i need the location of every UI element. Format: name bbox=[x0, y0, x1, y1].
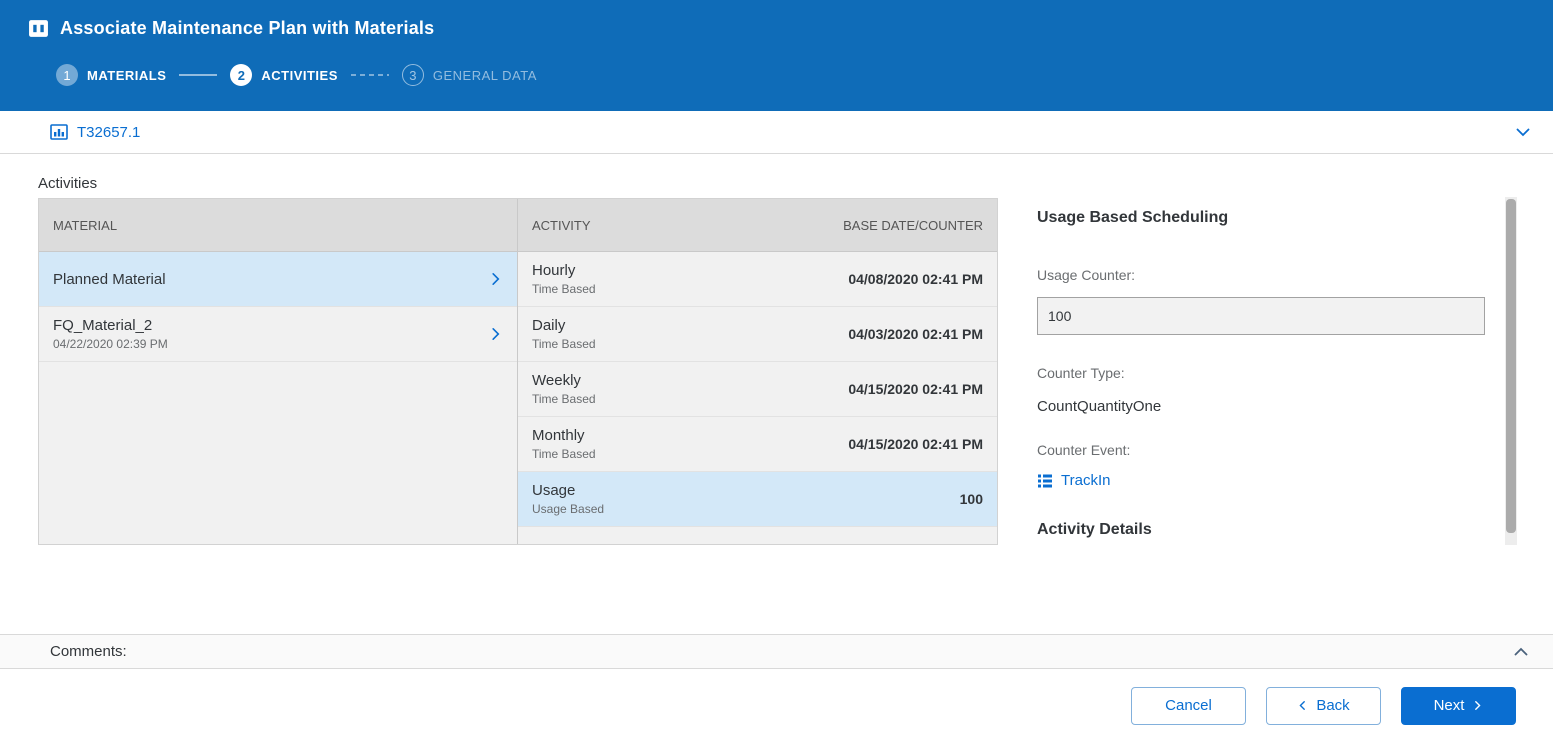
step-activities[interactable]: 2 ACTIVITIES bbox=[230, 64, 338, 86]
step-label: GENERAL DATA bbox=[433, 68, 537, 83]
base-date-counter-column-header: BASE DATE/COUNTER bbox=[843, 218, 983, 233]
activity-type: Usage Based bbox=[532, 502, 604, 516]
details-scrollbar[interactable] bbox=[1505, 197, 1517, 545]
material-name: Planned Material bbox=[53, 271, 475, 288]
counter-event-value: TrackIn bbox=[1061, 472, 1110, 489]
wizard-footer: Cancel Back Next bbox=[0, 670, 1553, 741]
back-button-label: Back bbox=[1316, 697, 1349, 714]
chevron-right-icon[interactable] bbox=[488, 272, 503, 287]
trackin-icon bbox=[1037, 473, 1053, 489]
step-general-data[interactable]: 3 GENERAL DATA bbox=[402, 64, 537, 86]
step-number: 2 bbox=[230, 64, 252, 86]
next-button[interactable]: Next bbox=[1401, 687, 1516, 725]
material-name: FQ_Material_2 bbox=[53, 317, 475, 334]
activity-base-value: 04/15/2020 02:41 PM bbox=[848, 381, 983, 397]
step-label: MATERIALS bbox=[87, 68, 166, 83]
wizard-header: Associate Maintenance Plan with Material… bbox=[0, 0, 1553, 111]
activity-name: Weekly bbox=[532, 372, 596, 389]
counter-type-value: CountQuantityOne bbox=[1037, 398, 1502, 415]
activity-name: Usage bbox=[532, 482, 604, 499]
step-materials[interactable]: 1 MATERIALS bbox=[56, 64, 166, 86]
activity-row-hourly[interactable]: Hourly Time Based 04/08/2020 02:41 PM bbox=[518, 252, 997, 307]
material-row-fq-material-2[interactable]: FQ_Material_2 04/22/2020 02:39 PM bbox=[39, 307, 517, 362]
title-row: Associate Maintenance Plan with Material… bbox=[0, 0, 1553, 39]
activity-row-usage[interactable]: Usage Usage Based 100 bbox=[518, 472, 997, 527]
activity-base-value: 04/03/2020 02:41 PM bbox=[848, 326, 983, 342]
usage-counter-input[interactable] bbox=[1037, 297, 1485, 335]
activities-section-label: Activities bbox=[38, 175, 97, 192]
plan-bar: T32657.1 bbox=[0, 111, 1553, 154]
step-number: 3 bbox=[402, 64, 424, 86]
step-label: ACTIVITIES bbox=[261, 68, 338, 83]
step-connector bbox=[351, 74, 389, 76]
associate-plan-icon bbox=[28, 18, 49, 39]
step-number: 1 bbox=[56, 64, 78, 86]
activity-name: Daily bbox=[532, 317, 596, 334]
activity-name: Monthly bbox=[532, 427, 596, 444]
comments-bar[interactable]: Comments: bbox=[0, 634, 1553, 669]
activity-type: Time Based bbox=[532, 447, 596, 461]
details-title: Usage Based Scheduling bbox=[1037, 209, 1502, 227]
activity-details-title: Activity Details bbox=[1037, 521, 1502, 539]
counter-type-label: Counter Type: bbox=[1037, 365, 1502, 381]
material-row-planned-material[interactable]: Planned Material bbox=[39, 252, 517, 307]
usage-scheduling-panel: Usage Based Scheduling Usage Counter: Co… bbox=[1020, 197, 1502, 545]
scrollbar-thumb[interactable] bbox=[1506, 199, 1516, 533]
step-connector bbox=[179, 74, 217, 76]
chevron-left-icon bbox=[1297, 700, 1308, 711]
activity-row-monthly[interactable]: Monthly Time Based 04/15/2020 02:41 PM bbox=[518, 417, 997, 472]
activity-base-value: 04/15/2020 02:41 PM bbox=[848, 436, 983, 452]
activity-column-header: ACTIVITY bbox=[532, 218, 591, 233]
activity-panel: ACTIVITY BASE DATE/COUNTER Hourly Time B… bbox=[518, 199, 997, 544]
activity-type: Time Based bbox=[532, 337, 596, 351]
chevron-right-icon bbox=[1472, 700, 1483, 711]
activity-type: Time Based bbox=[532, 392, 596, 406]
activity-name: Hourly bbox=[532, 262, 596, 279]
activity-base-value: 04/08/2020 02:41 PM bbox=[848, 271, 983, 287]
activities-table: MATERIAL Planned Material FQ_Material_2 … bbox=[38, 198, 998, 545]
usage-counter-label: Usage Counter: bbox=[1037, 267, 1502, 283]
next-button-label: Next bbox=[1434, 697, 1465, 714]
chevron-up-icon[interactable] bbox=[1513, 644, 1529, 660]
activity-row-daily[interactable]: Daily Time Based 04/03/2020 02:41 PM bbox=[518, 307, 997, 362]
material-date: 04/22/2020 02:39 PM bbox=[53, 337, 475, 351]
wizard-steps: 1 MATERIALS 2 ACTIVITIES 3 GENERAL DATA bbox=[56, 64, 1553, 86]
material-column-header: MATERIAL bbox=[39, 199, 517, 252]
activity-table-header: ACTIVITY BASE DATE/COUNTER bbox=[518, 199, 997, 252]
activity-row-weekly[interactable]: Weekly Time Based 04/15/2020 02:41 PM bbox=[518, 362, 997, 417]
activity-base-value: 100 bbox=[960, 491, 983, 507]
material-group-icon bbox=[50, 123, 68, 141]
activity-type: Time Based bbox=[532, 282, 596, 296]
material-panel: MATERIAL Planned Material FQ_Material_2 … bbox=[39, 199, 518, 544]
cancel-button[interactable]: Cancel bbox=[1131, 687, 1246, 725]
counter-event-label: Counter Event: bbox=[1037, 442, 1502, 458]
back-button[interactable]: Back bbox=[1266, 687, 1381, 725]
comments-label: Comments: bbox=[50, 643, 127, 660]
chevron-right-icon[interactable] bbox=[488, 327, 503, 342]
chevron-down-icon[interactable] bbox=[1515, 124, 1531, 140]
plan-link[interactable]: T32657.1 bbox=[77, 124, 140, 141]
page-title: Associate Maintenance Plan with Material… bbox=[60, 18, 434, 39]
counter-event-link[interactable]: TrackIn bbox=[1037, 472, 1110, 489]
cancel-button-label: Cancel bbox=[1165, 697, 1212, 714]
